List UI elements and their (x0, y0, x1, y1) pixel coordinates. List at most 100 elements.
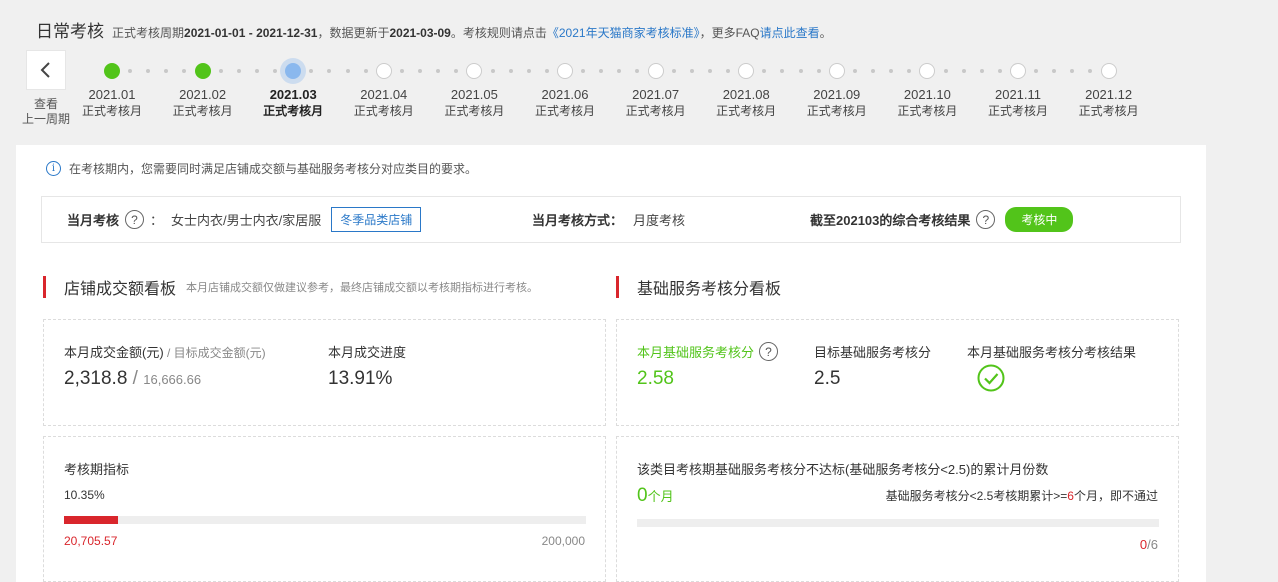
timeline-track (16, 63, 1206, 79)
timeline-connector-dot (635, 69, 640, 73)
service-score-value: 2.58 (637, 368, 674, 389)
month-label: 当月考核 (67, 213, 120, 228)
timeline-month[interactable]: 2021.12 正式考核月 (1069, 86, 1149, 120)
timeline-month[interactable]: 2021.10 正式考核月 (887, 86, 967, 120)
timeline-connector-dot (399, 69, 404, 73)
rules-link[interactable]: 《2021年天猫商家考核标准》 (547, 26, 700, 40)
month-status: 正式考核月 (353, 104, 414, 118)
period-indicator-label: 考核期指标 (64, 462, 130, 477)
summary-result: 截至202103的综合考核结果 ? 考核中 (810, 197, 1074, 242)
month-status: 正式考核月 (897, 104, 958, 118)
month-date: 2021.04 (360, 87, 408, 102)
service-result-label: 本月基础服务考核分考核结果 (967, 345, 1137, 360)
month-status: 正式考核月 (444, 104, 505, 118)
sales-title: 店铺成交额看板 (64, 281, 177, 298)
previous-period-label-line2: 上一周期 (21, 112, 70, 126)
sales-section-header: 店铺成交额看板 本月店铺成交额仅做建议参考，最终店铺成交额以考核期指标进行考核。 (43, 275, 538, 299)
timeline-connector-dot (997, 69, 1002, 73)
timeline-connector-dot (581, 69, 586, 73)
page-canvas: 日常考核 正式考核周期2021-01-01 - 2021-12-31，数据更新于… (16, 0, 1206, 582)
period-progress-fill (64, 516, 119, 524)
sales-subtitle: 本月店铺成交额仅做建议参考，最终店铺成交额以考核期指标进行考核。 (186, 282, 539, 294)
month-status: 正式考核月 (1078, 104, 1139, 118)
timeline-month[interactable]: 2021.05 正式考核月 (434, 86, 514, 120)
month-status: 正式考核月 (81, 104, 142, 118)
month-date: 2021.03 (269, 87, 317, 102)
timeline-connector-dot (164, 69, 169, 73)
month-date: 2021.07 (632, 87, 680, 102)
question-icon[interactable]: ? (976, 210, 996, 229)
result-label: 截至202103的综合考核结果 (810, 213, 971, 228)
period-progress-bar (64, 516, 586, 524)
timeline-connector-dot (889, 69, 894, 73)
period-current-value: 20,705.57 (64, 534, 118, 548)
timeline-dot-current (285, 63, 302, 79)
month-status: 正式考核月 (534, 104, 595, 118)
service-score-label: 本月基础服务考核分 ? (637, 342, 784, 361)
timeline-connector-dot (943, 69, 948, 73)
timeline-connector-dot (128, 69, 133, 73)
service-target-value: 2.5 (814, 368, 841, 389)
period-prefix: 正式考核周期 (112, 26, 185, 40)
category-tag[interactable]: 冬季品类店铺 (331, 207, 422, 232)
month-status: 正式考核月 (716, 104, 777, 118)
service-month-card: 本月基础服务考核分 ? 2.58 目标基础服务考核分 2.5 本月基础服务考核分… (616, 319, 1179, 426)
header-band: 日常考核 正式考核周期2021-01-01 - 2021-12-31，数据更新于… (16, 0, 1206, 145)
main-panel: i 在考核期内，您需要同时满足店铺成交额与基础服务考核分对应类目的要求。 当月考… (16, 145, 1206, 582)
timeline-month[interactable]: 2021.03 正式考核月 (253, 86, 333, 120)
notice-bar: i 在考核期内，您需要同时满足店铺成交额与基础服务考核分对应类目的要求。 (46, 160, 477, 177)
timeline-connector-dot (345, 69, 350, 73)
timeline-connector-dot (871, 69, 876, 73)
fail-rule-prefix: 基础服务考核分<2.5考核期累计>= (885, 489, 1068, 503)
period-range: 2021-01-01 - 2021-12-31 (184, 26, 318, 40)
amount-separator: / (127, 368, 144, 389)
month-status: 正式考核月 (172, 104, 233, 118)
method-label: 当月考核方式： (532, 213, 624, 228)
question-icon[interactable]: ? (125, 210, 145, 229)
timeline-month[interactable]: 2021.06 正式考核月 (525, 86, 605, 120)
timeline-connector-dot (218, 69, 223, 73)
summary-method: 当月考核方式： 月度考核 (532, 197, 685, 242)
amount-value: 2,318.8 / 16,666.66 (64, 368, 201, 390)
timeline-connector-dot (273, 69, 278, 73)
timeline-month[interactable]: 2021.11 正式考核月 (978, 86, 1058, 120)
fail-progress-bar (637, 519, 1159, 527)
month-status: 正式考核月 (987, 104, 1048, 118)
info-icon: i (46, 161, 61, 176)
timeline-connector-dot (182, 69, 187, 73)
timeline-connector-dot (436, 69, 441, 73)
timeline-connector-dot (146, 69, 151, 73)
timeline-dot-future (557, 63, 573, 79)
fail-fraction: 0/6 (1140, 537, 1158, 552)
timeline-month[interactable]: 2021.09 正式考核月 (797, 86, 877, 120)
timeline-dot-future (1100, 63, 1117, 79)
amount-label-text: 本月成交金额(元) (64, 345, 164, 360)
timeline-month[interactable]: 2021.07 正式考核月 (616, 86, 696, 120)
timeline-connector-dot (1070, 69, 1075, 73)
timeline-connector-dot (852, 69, 857, 73)
timeline-month[interactable]: 2021.01 正式考核月 (72, 86, 152, 120)
service-section-header: 基础服务考核分看板 (616, 275, 781, 299)
faq-link[interactable]: 请点此查看 (760, 26, 820, 40)
question-icon[interactable]: ? (759, 342, 779, 361)
timeline-month[interactable]: 2021.04 正式考核月 (344, 86, 424, 120)
month-date: 2021.06 (541, 87, 589, 102)
service-title: 基础服务考核分看板 (637, 281, 782, 298)
section-accent-bar (43, 276, 46, 298)
timeline-dot-done (104, 63, 120, 79)
month-date: 2021.11 (994, 87, 1042, 102)
method-value: 月度考核 (633, 213, 686, 228)
faq-prefix: ，更多FAQ (699, 26, 760, 40)
fail-count-value: 0 (637, 485, 648, 506)
timeline-dot-future (738, 63, 755, 79)
fail-rule-suffix: 个月，即不通过 (1073, 489, 1158, 503)
colon: ： (150, 213, 164, 228)
fail-fraction-denominator: /6 (1147, 537, 1158, 552)
timeline-connector-dot (907, 69, 912, 73)
timeline-month[interactable]: 2021.08 正式考核月 (706, 86, 786, 120)
timeline-month[interactable]: 2021.02 正式考核月 (163, 86, 243, 120)
timeline-connector-dot (961, 69, 966, 73)
previous-period-label[interactable]: 查看 上一周期 (20, 97, 72, 127)
timeline-dot-done (194, 63, 211, 79)
month-date: 2021.02 (179, 87, 227, 102)
